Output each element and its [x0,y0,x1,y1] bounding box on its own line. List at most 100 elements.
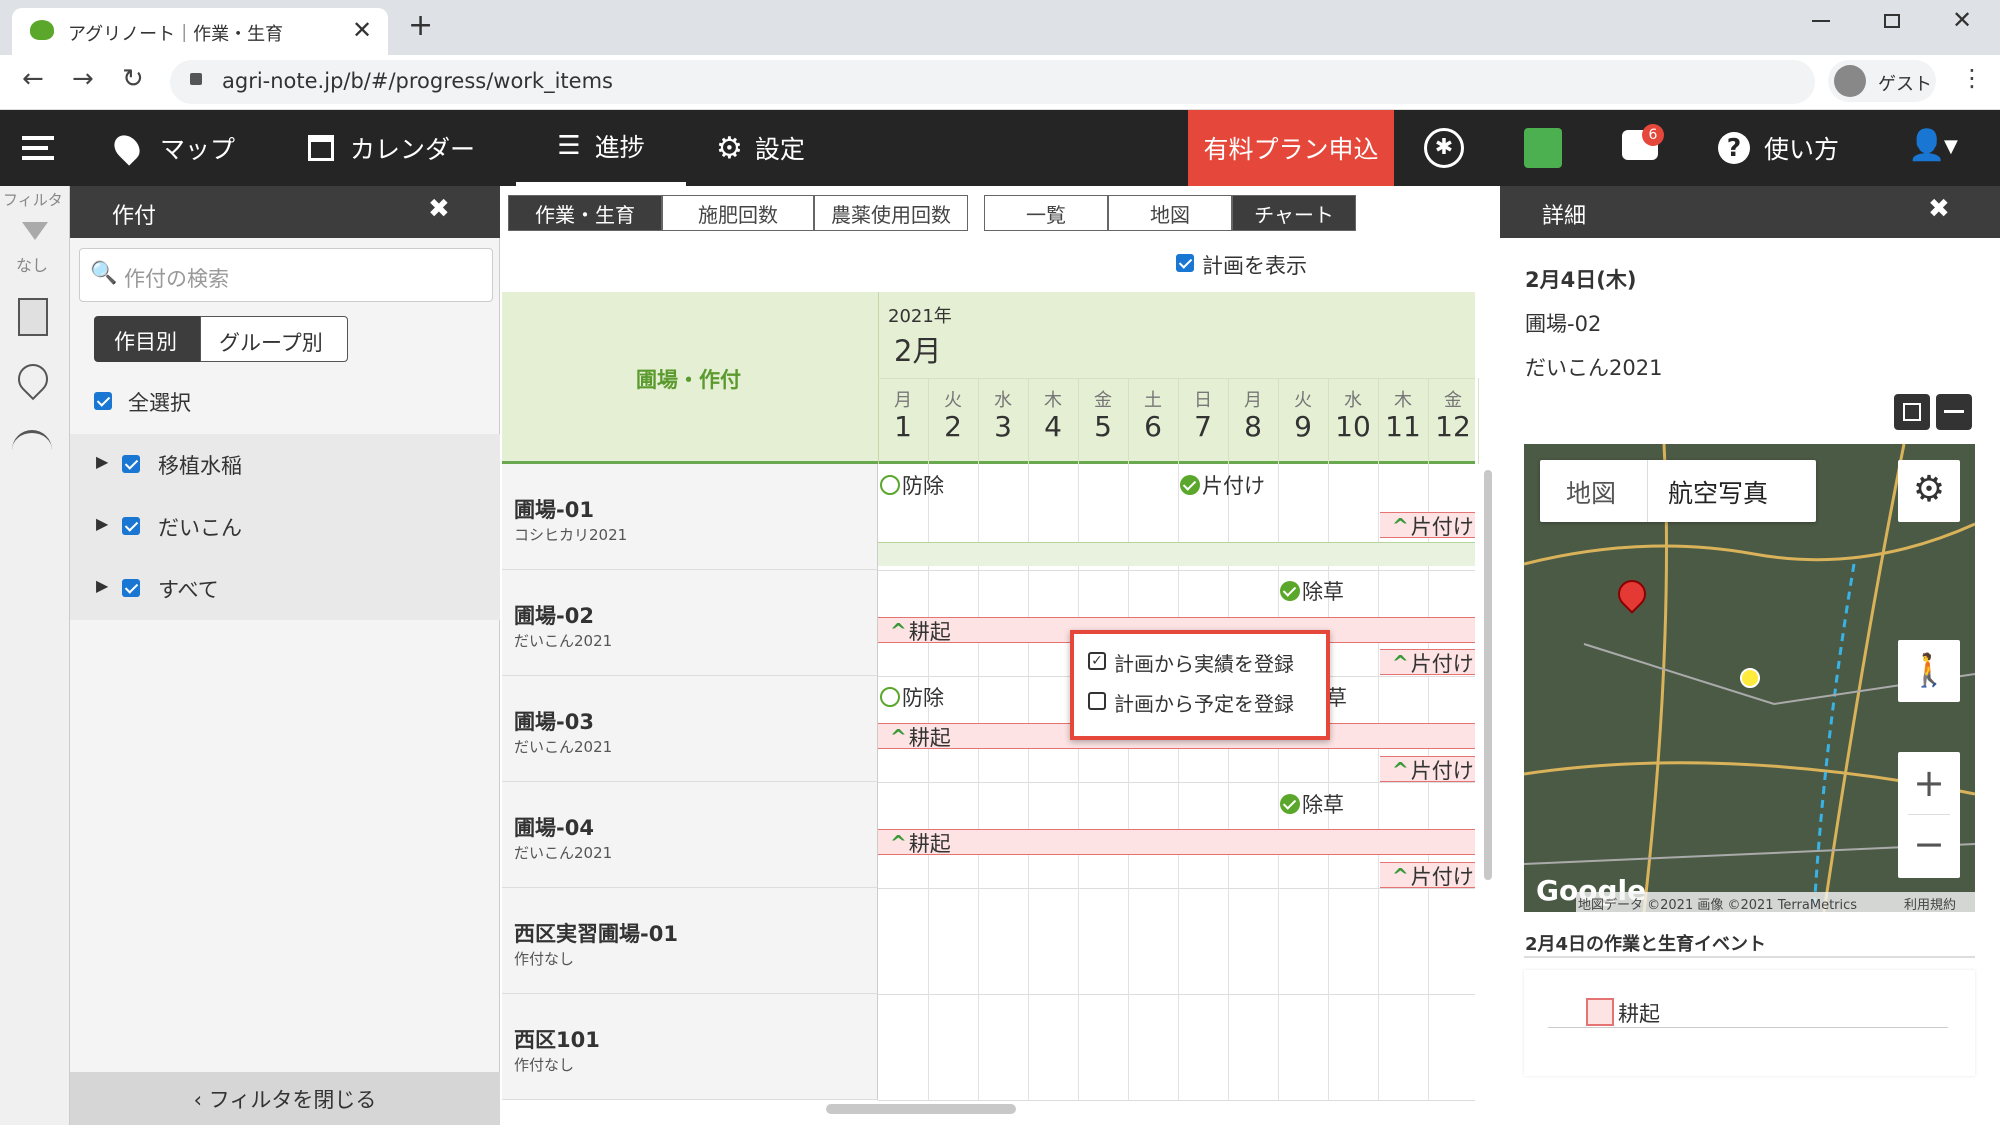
field-row-label[interactable]: 圃場-02 だいこん2021 [502,570,878,676]
zoom-in-icon[interactable]: + [1898,752,1960,814]
expand-square-icon[interactable] [1894,394,1930,430]
field-row-label[interactable]: 圃場-01 コシヒカリ2021 [502,464,878,570]
nav-help[interactable]: ? 使い方 [1718,110,1839,186]
show-plan-label: 計画を表示 [1202,254,1307,278]
user-menu-icon[interactable]: 👤 [1908,128,1945,163]
field-row-label[interactable]: 西区実習圃場-01 作付なし [502,888,878,994]
list-icon: ☰ [557,131,581,161]
plan-event-katazuke[interactable]: ^ 片付け [1392,648,1474,678]
tab-work-growth[interactable]: 作業・生育 [508,195,662,231]
crop-name: だいこん2021 [514,632,613,650]
register-plan-option[interactable]: 計画から予定を登録 [1084,688,1320,718]
plan-event-katazuke[interactable]: ^ 片付け [1392,861,1474,891]
field-row-label[interactable]: 圃場-03 だいこん2021 [502,676,878,782]
map-type-control: 地図 航空写真 [1540,460,1816,522]
field-row-label[interactable]: 西区101 作付なし [502,994,878,1100]
tab-by-crop[interactable]: 作目別 [94,316,200,362]
view-map[interactable]: 地図 [1108,195,1232,231]
tab-fertilizer-count[interactable]: 施肥回数 [662,195,814,231]
day-number: 8 [1244,410,1262,443]
forward-icon[interactable]: → [72,64,94,94]
detail-close-icon[interactable]: ✖ [1928,194,1950,224]
event-label: 片付け [1202,474,1265,498]
tab-close-icon[interactable]: ✕ [352,16,372,44]
minimize-icon[interactable] [1812,20,1830,22]
weekday-label: 月 [1244,390,1262,411]
profile-chip[interactable]: ゲスト [1828,60,1936,102]
day-number: 7 [1194,410,1212,443]
browser-tab[interactable]: アグリノート｜作業・生育 ✕ [12,8,388,55]
expand-arrow-icon[interactable]: ▶ [96,452,108,471]
close-filter-button[interactable]: ‹ フィルタを閉じる [70,1072,500,1125]
plan-bar-kouki[interactable] [878,829,1475,855]
map-terms-link[interactable]: 利用規約 [1904,894,1956,913]
crop-checkbox[interactable] [122,517,140,535]
document-icon[interactable] [18,298,48,336]
crop-search-input[interactable]: 🔍 作付の検索 [79,248,493,302]
nav-progress[interactable]: ☰ 進捗 [516,110,686,186]
plan-event-bojo[interactable]: 防除 [880,682,944,712]
expand-arrow-icon[interactable]: ▶ [96,514,108,533]
curve-tool-icon[interactable] [12,430,52,470]
done-event-katazuke[interactable]: 片付け [1180,470,1265,500]
field-row-label[interactable]: 圃場-04 だいこん2021 [502,782,878,888]
plan-event-katazuke[interactable]: ^ 片付け [1392,755,1474,785]
event-item[interactable]: 耕起 [1548,992,1948,1028]
nav-map[interactable]: マップ [109,110,235,186]
view-list[interactable]: 一覧 [984,195,1108,231]
done-check-icon [1180,475,1200,495]
map-settings-gear-icon[interactable]: ⚙ [1898,460,1960,522]
plan-event-kouki[interactable]: ^ 耕起 [890,616,951,646]
book-icon[interactable] [1524,128,1562,168]
paid-plan-button[interactable]: 有料プラン申込 [1188,110,1394,186]
map-tab-map[interactable]: 地図 [1540,460,1648,522]
view-chart-label: チャート [1254,202,1334,227]
zoom-out-icon[interactable]: − [1898,815,1960,877]
menu-toggle-icon[interactable] [22,136,54,160]
plan-event-katazuke[interactable]: ^ 片付け [1392,511,1474,541]
collapse-minus-icon[interactable] [1936,394,1972,430]
zoom-control: + − [1898,752,1960,878]
browser-menu-icon[interactable]: ⋮ [1960,64,1984,92]
view-chart[interactable]: チャート [1232,195,1356,231]
nav-settings[interactable]: ⚙ 設定 [716,110,805,186]
crop-checkbox[interactable] [122,455,140,473]
event-label: 片付け [1410,865,1474,889]
reload-icon[interactable]: ↻ [122,64,144,94]
back-icon[interactable]: ← [22,64,44,94]
plan-event-kouki[interactable]: ^ 耕起 [890,828,951,858]
pegman-icon[interactable]: 🚶 [1898,640,1960,702]
expand-arrow-icon[interactable]: ▶ [96,576,108,595]
tab-pesticide-count[interactable]: 農薬使用回数 [814,195,968,231]
weekday-label: 水 [1344,390,1362,411]
row-divider [878,994,1475,995]
new-tab-icon[interactable]: + [408,8,433,43]
window-close-icon[interactable]: ✕ [1952,6,1972,34]
field-name: 圃場-02 [514,604,594,628]
plan-event-kouki[interactable]: ^ 耕起 [890,722,951,752]
tab-by-group[interactable]: グループ別 [200,316,348,362]
search-icon: 🔍 [90,261,118,286]
filter-close-icon[interactable]: ✖ [428,194,450,224]
map-tab-satellite[interactable]: 航空写真 [1648,460,1816,522]
select-all-label: 全選択 [128,391,191,415]
register-actual-option[interactable]: ✓ 計画から実績を登録 [1084,648,1320,678]
user-dropdown-icon[interactable]: ▼ [1944,136,1958,157]
events-divider [1524,956,1975,958]
done-event-josou[interactable]: 除草 [1280,789,1344,819]
filter-funnel-icon[interactable] [22,222,48,240]
show-plan-checkbox[interactable] [1176,254,1194,272]
nav-calendar[interactable]: カレンダー [308,110,475,186]
vertical-scrollbar[interactable] [1484,470,1492,880]
plan-event-bojo[interactable]: 防除 [880,470,944,500]
day-number: 10 [1335,410,1371,443]
crop-checkbox[interactable] [122,579,140,597]
horizontal-scrollbar[interactable] [826,1104,1016,1114]
agri-logo-icon[interactable]: ✱ [1424,128,1464,168]
select-all-checkbox[interactable] [94,392,112,410]
restore-icon[interactable] [1884,14,1900,28]
field-name: 圃場-04 [514,816,594,840]
done-event-josou[interactable]: 除草 [1280,576,1344,606]
map-tab-label: 地図 [1566,479,1617,508]
detail-header: 詳細 ✖ [1500,186,2000,238]
